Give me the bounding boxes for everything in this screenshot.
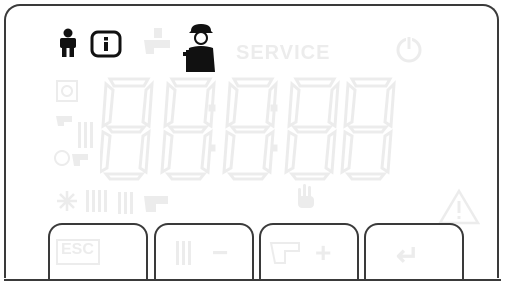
service-label: SERVICE bbox=[236, 42, 331, 64]
minus-button[interactable]: − bbox=[154, 223, 254, 280]
plus-button[interactable]: + bbox=[259, 223, 359, 280]
enter-label: ↵ bbox=[396, 240, 420, 271]
enter-button[interactable]: ↵ bbox=[364, 223, 464, 280]
recycle-icon bbox=[56, 80, 78, 102]
power-icon bbox=[396, 36, 422, 63]
plus-label: + bbox=[315, 237, 332, 268]
esc-button[interactable]: ESC bbox=[48, 223, 148, 280]
tap-icon bbox=[144, 28, 170, 54]
base-line bbox=[4, 279, 501, 281]
tap-radiator-icon bbox=[56, 116, 93, 148]
flame-tap-icon bbox=[54, 150, 88, 166]
snowflake-icon bbox=[57, 191, 77, 211]
info-icon bbox=[90, 30, 122, 58]
radiator-icon bbox=[86, 190, 107, 212]
hand-icon bbox=[298, 184, 314, 208]
person-icon bbox=[60, 28, 76, 57]
radiator-flame-icon bbox=[118, 192, 168, 214]
technician-icon bbox=[183, 24, 215, 72]
esc-button-label: ESC bbox=[61, 241, 94, 258]
seven-segment-digits bbox=[100, 77, 396, 181]
radiator-icon bbox=[176, 241, 191, 265]
warning-icon bbox=[438, 188, 480, 225]
tap-icon bbox=[269, 242, 300, 264]
minus-label: − bbox=[212, 237, 229, 268]
